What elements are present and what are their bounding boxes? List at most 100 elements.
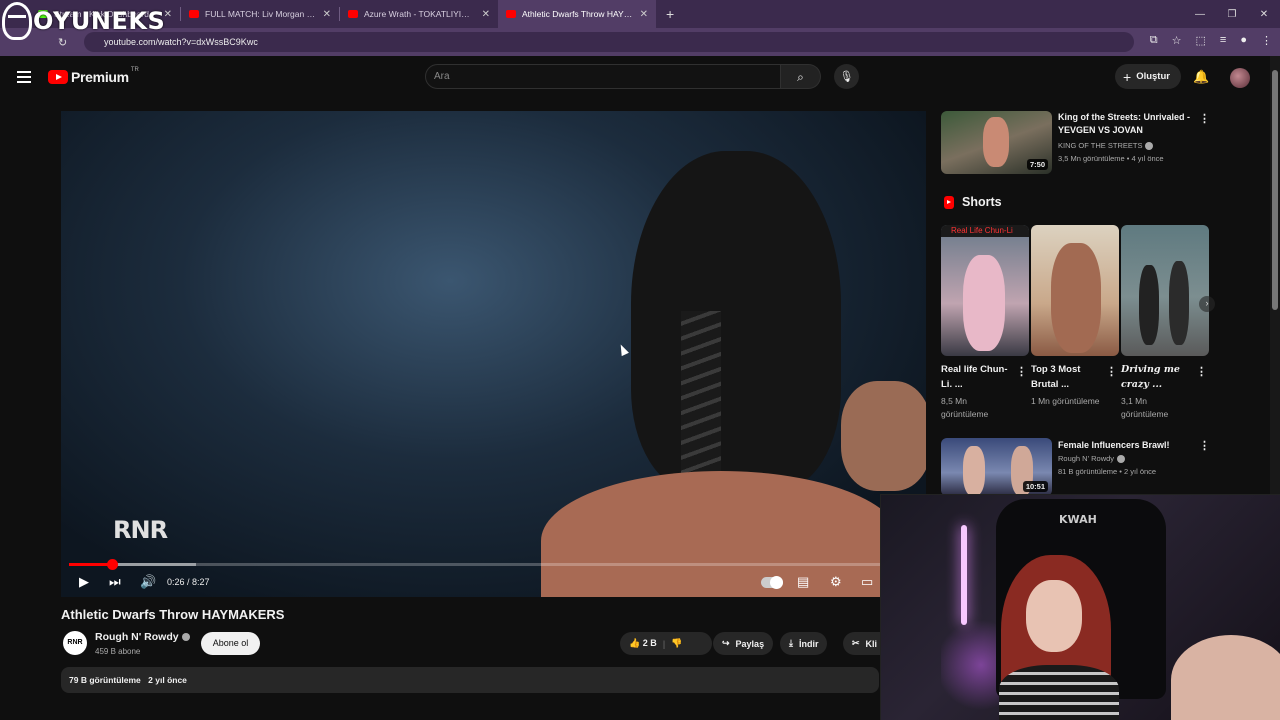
close-icon[interactable]: ✕ <box>482 9 490 20</box>
youtube-premium-logo[interactable]: Premium TR <box>48 67 139 85</box>
close-icon[interactable]: ✕ <box>640 9 648 20</box>
short-item[interactable]: Real Life Chun-Li Real life Chun-Li. ...… <box>941 225 1029 419</box>
video-title[interactable]: King of the Streets: Unrivaled - YEVGEN … <box>1058 111 1193 137</box>
notifications-bell-icon[interactable]: 🔔 <box>1193 69 1209 85</box>
voice-search-mic-icon[interactable]: 🎙 <box>834 64 859 89</box>
video-meta: 3,5 Mn görüntüleme • 4 yıl önce <box>1058 154 1164 163</box>
clip-button[interactable]: ✂ Kli <box>843 632 880 655</box>
account-avatar[interactable] <box>1230 68 1250 88</box>
more-options-icon[interactable]: ⋮ <box>1199 112 1210 125</box>
scissors-icon: ✂ <box>852 638 860 648</box>
volume-icon[interactable]: 🔊 <box>140 574 156 590</box>
extensions-icon[interactable]: ⬚ <box>1196 34 1206 47</box>
webcam-person-face <box>1026 580 1082 652</box>
screen: Stream - Kick Dashboard ✕ FULL MATCH: Li… <box>0 0 1280 720</box>
tab-athletic-dwarfs[interactable]: Athletic Dwarfs Throw HAYMAKE ✕ <box>498 0 656 28</box>
tab-full-match[interactable]: FULL MATCH: Liv Morgan vs. Rh ✕ <box>181 0 339 28</box>
download-button[interactable]: ⤓ İndir <box>780 632 828 655</box>
theater-mode-icon[interactable]: ▭ <box>861 574 873 590</box>
video-duration: 7:50 <box>1026 159 1048 170</box>
create-label: Oluştur <box>1136 71 1170 82</box>
more-options-icon[interactable]: ⋮ <box>1106 365 1117 378</box>
install-app-icon[interactable]: ⧉ <box>1150 34 1158 47</box>
video-title: Athletic Dwarfs Throw HAYMAKERS <box>61 607 285 622</box>
share-label: Paylaş <box>735 638 765 649</box>
shorts-header: Shorts <box>944 195 1002 209</box>
short-title: Top 3 Most Brutal ... <box>1031 364 1081 390</box>
restore-icon[interactable]: ❐ <box>1216 9 1248 20</box>
tab-azure-wrath[interactable]: Azure Wrath - TOKATLIYIM (Pr ✕ <box>340 0 498 28</box>
short-thumbnail[interactable] <box>1031 225 1119 356</box>
download-icon: ⤓ <box>789 638 793 648</box>
settings-gear-icon[interactable]: ⚙ <box>830 574 842 590</box>
short-caption: Real Life Chun-Li <box>941 225 1029 237</box>
scrollbar-thumb[interactable] <box>1272 70 1278 310</box>
like-button[interactable]: 👍 2 B <box>629 638 657 649</box>
media-control-icon[interactable]: ≡ <box>1220 34 1226 47</box>
view-count: 79 B görüntüleme <box>69 675 141 685</box>
bookmark-star-icon[interactable]: ☆ <box>1172 34 1182 47</box>
shorts-heading: Shorts <box>962 195 1002 209</box>
streamer-webcam-overlay: KWAH <box>880 494 1280 720</box>
search-button[interactable]: ⌕ <box>781 64 821 89</box>
autoplay-toggle[interactable] <box>761 576 783 589</box>
short-thumbnail[interactable] <box>1121 225 1209 356</box>
minimize-icon[interactable]: — <box>1184 9 1216 20</box>
short-views: 3,1 Mn görüntüleme <box>1121 396 1169 419</box>
channel-name[interactable]: Rough N' Rowdy <box>95 631 190 643</box>
next-icon[interactable]: ⏭ <box>109 574 121 590</box>
browser-toolbar-icons: ⧉ ☆ ⬚ ≡ ● ⋮ <box>1150 34 1272 47</box>
channel-avatar[interactable]: RNR <box>63 631 87 655</box>
menu-hamburger-icon[interactable] <box>17 71 31 86</box>
logo-word: Premium <box>71 69 129 85</box>
short-views: 8,5 Mn görüntüleme <box>941 396 989 419</box>
video-thumbnail[interactable]: 10:51 <box>941 438 1052 496</box>
player-controls: ▶ ⏭ 🔊 0:26 / 8:27 ▤ ⚙ ▭ <box>61 569 926 597</box>
browser-tab-bar: Stream - Kick Dashboard ✕ FULL MATCH: Li… <box>0 0 1280 28</box>
subscribe-button[interactable]: Abone ol <box>201 632 260 655</box>
play-icon[interactable]: ▶ <box>79 574 89 590</box>
related-video-item[interactable]: 7:50 King of the Streets: Unrivaled - YE… <box>941 111 1211 175</box>
short-thumbnail[interactable]: Real Life Chun-Li <box>941 225 1029 356</box>
video-title[interactable]: Female Influencers Brawl! <box>1058 439 1193 452</box>
video-duration: 10:51 <box>1022 481 1048 492</box>
rnr-watermark: RNR <box>113 516 168 544</box>
related-video-item[interactable]: 10:51 Female Influencers Brawl! Rough N'… <box>941 438 1211 502</box>
share-button[interactable]: ↪ Paylaş <box>713 632 774 655</box>
browser-menu-icon[interactable]: ⋮ <box>1261 34 1272 47</box>
short-item[interactable]: Top 3 Most Brutal ... 1 Mn görüntüleme ⋮ <box>1031 225 1119 406</box>
video-frame-hair <box>631 151 841 491</box>
video-thumbnail[interactable]: 7:50 <box>941 111 1052 174</box>
progress-bar[interactable] <box>69 559 918 570</box>
more-options-icon[interactable]: ⋮ <box>1196 365 1207 378</box>
create-button[interactable]: + Oluştur <box>1115 64 1181 89</box>
oyuneks-overlay-logo: OYUNEKS <box>2 2 165 40</box>
video-player[interactable]: RNR ▶ ⏭ 🔊 0:26 / 8:27 ▤ ⚙ ▭ <box>61 111 926 597</box>
short-views: 1 Mn görüntüleme <box>1031 396 1100 406</box>
webcam-led-light <box>961 525 967 625</box>
more-options-icon[interactable]: ⋮ <box>1199 439 1210 452</box>
subtitles-icon[interactable]: ▤ <box>797 574 809 590</box>
description-box[interactable]: 79 B görüntüleme 2 yıl önce <box>61 667 879 693</box>
video-frame-man <box>841 381 926 491</box>
video-channel[interactable]: Rough N' Rowdy <box>1058 454 1126 464</box>
dislike-icon[interactable]: 👎 <box>671 638 682 649</box>
search-input[interactable] <box>425 64 781 89</box>
video-channel[interactable]: KING OF THE STREETS <box>1058 141 1154 151</box>
mouse-cursor-icon <box>617 342 629 357</box>
close-window-icon[interactable]: ✕ <box>1248 9 1280 20</box>
profile-icon[interactable]: ● <box>1240 34 1247 47</box>
youtube-favicon-icon <box>189 10 199 18</box>
url-field[interactable]: youtube.com/watch?v=dxWssBC9Kwc <box>84 32 1134 52</box>
download-label: İndir <box>798 638 819 649</box>
search-icon: ⌕ <box>797 70 804 84</box>
close-icon[interactable]: ✕ <box>323 9 331 20</box>
short-item[interactable]: Driving me crazy ... 3,1 Mn görüntüleme … <box>1121 225 1209 419</box>
share-icon: ↪ <box>722 638 730 648</box>
shorts-next-chevron-icon[interactable]: › <box>1199 296 1215 312</box>
time-display: 0:26 / 8:27 <box>167 577 210 587</box>
more-options-icon[interactable]: ⋮ <box>1016 365 1027 378</box>
clip-label: Kli <box>865 638 878 649</box>
like-dislike-group: 👍 2 B | 👎 <box>620 632 712 655</box>
new-tab-plus-icon[interactable]: + <box>666 6 674 22</box>
